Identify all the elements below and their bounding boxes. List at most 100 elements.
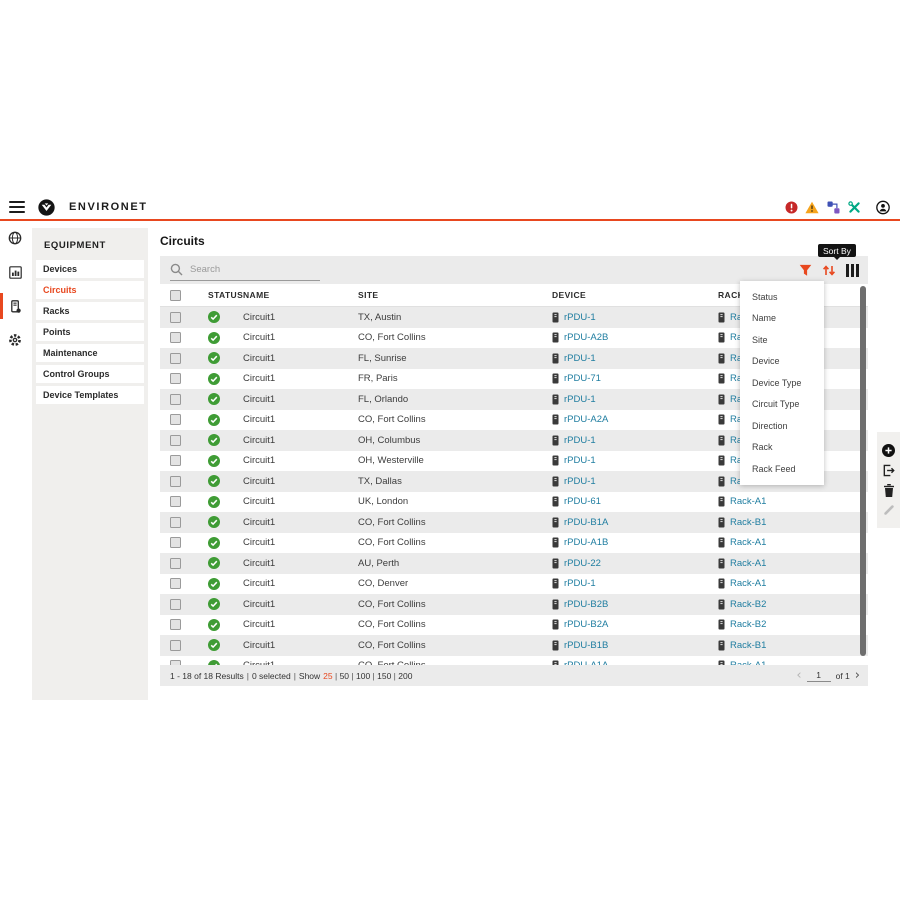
device-link[interactable]: rPDU-1 [564,435,596,446]
device-link[interactable]: rPDU-B1B [564,640,608,651]
device-link[interactable]: rPDU-61 [564,496,601,507]
row-checkbox[interactable] [170,353,181,364]
sidebar-item-maintenance[interactable]: Maintenance [36,344,144,362]
nav-dashboard-icon[interactable] [0,255,30,289]
device-link[interactable]: rPDU-A2A [564,414,608,425]
row-checkbox[interactable] [170,476,181,487]
row-checkbox[interactable] [170,332,181,343]
table-row[interactable]: Circuit1 CO, Fort Collins rPDU-A1B Rack-… [160,533,868,554]
row-checkbox[interactable] [170,496,181,507]
sort-option-site[interactable]: Site [740,329,824,351]
sidebar-item-device-templates[interactable]: Device Templates [36,386,144,404]
page-size-50[interactable]: 50 [340,671,349,681]
row-checkbox[interactable] [170,599,181,610]
menu-icon[interactable] [9,201,25,213]
row-checkbox[interactable] [170,373,181,384]
table-row[interactable]: Circuit1 CO, Denver rPDU-1 Rack-A1 [160,574,868,595]
device-link[interactable]: rPDU-B1A [564,517,608,528]
page-size-25[interactable]: 25 [323,671,332,681]
page-size-150[interactable]: 150 [377,671,391,681]
rack-link[interactable]: Rack-B2 [730,619,766,630]
search-box[interactable] [170,260,320,281]
device-link[interactable]: rPDU-1 [564,476,596,487]
table-row[interactable]: Circuit1 CO, Fort Collins rPDU-B1B Rack-… [160,635,868,656]
rack-link[interactable]: Rack-A1 [730,496,766,507]
sidebar-item-devices[interactable]: Devices [36,260,144,278]
sidebar-item-points[interactable]: Points [36,323,144,341]
page-size-200[interactable]: 200 [398,671,412,681]
page-size-100[interactable]: 100 [356,671,370,681]
rack-link[interactable]: Rack-B1 [730,640,766,651]
export-button[interactable] [882,464,895,477]
delete-button[interactable] [883,484,895,497]
rack-link[interactable]: Rack-A1 [730,578,766,589]
warning-alarm-icon[interactable] [805,200,819,214]
next-page-icon[interactable]: › [855,669,860,682]
table-row[interactable]: Circuit1 CO, Fort Collins rPDU-B2A Rack-… [160,615,868,636]
user-account-icon[interactable] [876,200,890,214]
sort-option-rack-feed[interactable]: Rack Feed [740,458,824,480]
sort-option-rack[interactable]: Rack [740,437,824,459]
rack-link[interactable]: Rack-B2 [730,599,766,610]
device-link[interactable]: rPDU-B2A [564,619,608,630]
device-link[interactable]: rPDU-1 [564,353,596,364]
row-checkbox[interactable] [170,537,181,548]
device-link[interactable]: rPDU-22 [564,558,601,569]
table-row[interactable]: Circuit1 UK, London rPDU-61 Rack-A1 [160,492,868,513]
integrations-icon[interactable] [826,200,840,214]
columns-icon[interactable] [846,264,859,277]
device-link[interactable]: rPDU-1 [564,578,596,589]
prev-page-icon[interactable]: ‹ [796,669,801,682]
nav-settings-gear-icon[interactable] [0,323,30,357]
table-row[interactable]: Circuit1 AU, Perth rPDU-22 Rack-A1 [160,553,868,574]
row-checkbox[interactable] [170,455,181,466]
sidebar-item-control-groups[interactable]: Control Groups [36,365,144,383]
sort-option-circuit-type[interactable]: Circuit Type [740,394,824,416]
search-input[interactable] [188,263,312,276]
table-row[interactable]: Circuit1 CO, Fort Collins rPDU-B1A Rack-… [160,512,868,533]
row-checkbox[interactable] [170,619,181,630]
page-number-input[interactable] [807,669,831,682]
sort-option-status[interactable]: Status [740,286,824,308]
nav-equipment-icon[interactable] [0,289,30,323]
sort-option-device-type[interactable]: Device Type [740,372,824,394]
filter-icon[interactable] [799,264,812,277]
device-link[interactable]: rPDU-A2B [564,332,608,343]
sort-option-device[interactable]: Device [740,351,824,373]
rack-link[interactable]: Rack-A1 [730,537,766,548]
row-checkbox[interactable] [170,660,181,665]
device-link[interactable]: rPDU-A1A [564,660,608,665]
device-link[interactable]: rPDU-1 [564,312,596,323]
row-checkbox[interactable] [170,578,181,589]
device-link[interactable]: rPDU-A1B [564,537,608,548]
table-row[interactable]: Circuit1 CO, Fort Collins rPDU-B2B Rack-… [160,594,868,615]
row-checkbox[interactable] [170,394,181,405]
row-checkbox[interactable] [170,640,181,651]
rack-link[interactable]: Rack-B1 [730,517,766,528]
col-site[interactable]: SITE [358,284,552,306]
nav-globe-icon[interactable] [0,221,30,255]
sort-option-name[interactable]: Name [740,308,824,330]
row-checkbox[interactable] [170,414,181,425]
sidebar-item-circuits[interactable]: Circuits [36,281,144,299]
sidebar-item-racks[interactable]: Racks [36,302,144,320]
device-link[interactable]: rPDU-1 [564,455,596,466]
row-checkbox[interactable] [170,558,181,569]
col-status[interactable]: STATUS [200,290,243,300]
table-scrollbar[interactable] [860,286,866,656]
sort-option-direction[interactable]: Direction [740,415,824,437]
rack-link[interactable]: Rack-A1 [730,660,766,665]
row-checkbox[interactable] [170,312,181,323]
critical-alarm-icon[interactable] [784,200,798,214]
sort-icon[interactable] [822,264,836,277]
col-device[interactable]: DEVICE [552,284,718,306]
device-link[interactable]: rPDU-71 [564,373,601,384]
col-name[interactable]: NAME [243,284,358,306]
row-checkbox[interactable] [170,435,181,446]
device-link[interactable]: rPDU-1 [564,394,596,405]
device-link[interactable]: rPDU-B2B [564,599,608,610]
select-all-checkbox[interactable] [170,290,181,301]
add-circuit-button[interactable] [882,444,895,457]
rack-link[interactable]: Rack-A1 [730,558,766,569]
table-row[interactable]: Circuit1 CO, Fort Collins rPDU-A1A Rack-… [160,656,868,666]
